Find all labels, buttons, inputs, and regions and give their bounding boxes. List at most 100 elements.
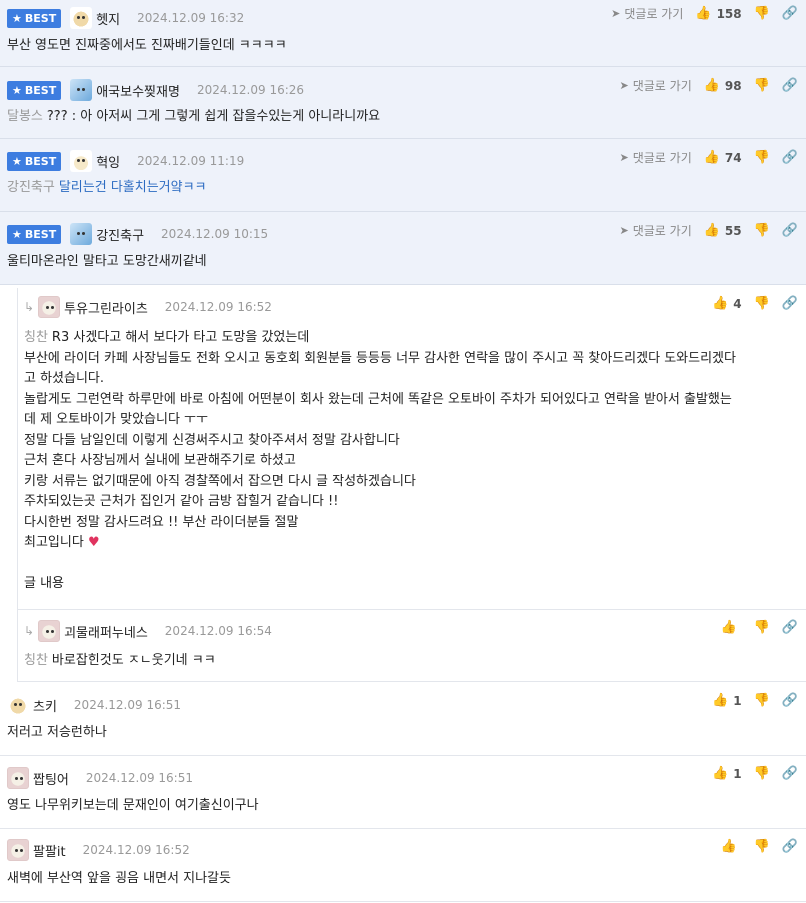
avatar[interactable] [7,767,29,789]
thumbs-down-icon: 👎 [753,296,770,311]
link-icon[interactable]: 🔗 [782,839,798,854]
comment-text: 저러고 저승런하나 [7,725,107,740]
arrow-icon: ➤ [611,7,621,20]
thumbs-up-icon: 👍 [695,6,712,21]
comment-text: 새벽에 부산역 앞을 굉음 내면서 지나갈듯 [7,871,231,886]
comment-date: 2024.12.09 10:15 [161,227,269,241]
dislike-button[interactable]: 👎 [754,766,770,781]
comment-date: 2024.12.09 16:54 [164,624,272,638]
comment: 팔팔it 2024.12.09 16:52 👍 👎 🔗 새벽에 부산역 앞을 굉… [0,829,806,902]
thumbs-up-icon: 👍 [712,766,729,781]
avatar[interactable] [70,150,93,172]
avatar[interactable] [70,223,93,245]
author-nick[interactable]: 애국보수찢재명 [96,81,180,100]
avatar[interactable] [38,296,61,318]
comment-text: 달봉스??? : 아 아저씨 그게 그렇게 쉽게 잡을수있는게 아니라니까요 [7,109,381,124]
comment-text: 칭찬 바로잡힌것도 ㅈㄴ웃기네 ㅋㅋ [24,653,216,668]
comment-date: 2024.12.09 16:32 [137,11,245,25]
reply-comment: ↳ 괴물래퍼누네스 2024.12.09 16:54 👍 👎 🔗 칭찬 바로잡힌것… [17,610,806,682]
author-nick[interactable]: 짭팅어 [33,769,69,788]
like-button[interactable]: 👍 74 [704,150,742,165]
link-icon[interactable]: 🔗 [782,78,798,93]
thumbs-down-icon: 👎 [753,839,770,854]
like-button[interactable]: 👍 4 [712,296,742,311]
author-nick[interactable]: 투유그린라이츠 [64,298,148,317]
comment-date: 2024.12.09 16:51 [73,698,182,712]
star-icon: ★ [12,154,22,168]
thumbs-up-icon: 👍 [720,839,737,854]
thumbs-up-icon: 👍 [703,150,720,165]
comment-text: 칭찬 R3 사겠다고 해서 보다가 타고 도망을 갔었는데 부산에 라이더 카페 … [24,330,736,591]
link-icon[interactable]: 🔗 [782,620,798,635]
thumbs-down-icon: 👎 [753,620,770,635]
comment: 짭팅어 2024.12.09 16:51 👍 1 👎 🔗 영도 나무위키보는데 문… [0,756,806,829]
link-icon[interactable]: 🔗 [782,766,798,781]
comment-date: 2024.12.09 16:26 [196,83,305,97]
mention-nick[interactable]: 칭찬 [24,330,48,345]
thumbs-down-icon: 👎 [753,766,770,781]
dislike-button[interactable]: 👎 [754,6,770,21]
mention-nick[interactable]: 강진축구 [7,180,55,195]
reply-arrow-icon: ↳ [24,300,35,314]
thumbs-down-icon: 👎 [753,150,770,165]
dislike-button[interactable]: 👎 [754,223,770,238]
link-icon[interactable]: 🔗 [782,223,798,238]
like-button[interactable]: 👍 [720,620,741,635]
like-button[interactable]: 👍 [720,839,741,854]
thumbs-down-icon: 👎 [753,693,770,708]
thumbs-up-icon: 👍 [712,296,729,311]
goto-comment-link[interactable]: ➤ 댓글로 가기 [611,5,683,22]
link-icon[interactable]: 🔗 [782,150,798,165]
comment-date: 2024.12.09 16:51 [85,771,193,785]
reply-arrow-icon: ↳ [24,624,35,638]
goto-comment-link[interactable]: ➤ 댓글로 가기 [620,77,692,94]
link-icon[interactable]: 🔗 [782,296,798,311]
dislike-button[interactable]: 👎 [754,78,770,93]
goto-comment-link[interactable]: ➤ 댓글로 가기 [620,222,692,239]
thumbs-up-icon: 👍 [703,223,720,238]
comment-date: 2024.12.09 16:52 [82,843,190,857]
thumbs-up-icon: 👍 [712,693,729,708]
author-nick[interactable]: 혁잉 [96,152,120,171]
best-comment: ★ BEST 혁잉 2024.12.09 11:19 ➤ 댓글로 가기 👍 74 👎 … [0,139,806,212]
comment-text: 부산 영도면 진짜중에서도 진짜배기들인데 ㅋㅋㅋㅋ [7,38,287,53]
avatar[interactable] [7,694,29,716]
dislike-button[interactable]: 👎 [754,150,770,165]
star-icon: ★ [12,83,22,97]
dislike-button[interactable]: 👎 [754,839,770,854]
comment-text: 강진축구 달리는건 다홀치는거얔ㅋㅋ [7,180,207,195]
dislike-button[interactable]: 👎 [754,620,770,635]
author-nick[interactable]: 츠키 [33,696,57,715]
thumbs-down-icon: 👎 [753,78,770,93]
like-button[interactable]: 👍 1 [712,766,742,781]
link-icon[interactable]: 🔗 [782,693,798,708]
dislike-button[interactable]: 👎 [754,693,770,708]
arrow-icon: ➤ [619,151,629,164]
like-button[interactable]: 👍 55 [704,223,742,238]
arrow-icon: ➤ [619,224,629,237]
like-button[interactable]: 👍 1 [712,693,742,708]
author-nick[interactable]: 팔팔it [33,841,66,860]
best-comment: ★ BEST 헷지 2024.12.09 16:32 ➤ 댓글로 가기 👍 158 👎… [0,0,806,67]
mention-nick[interactable]: 달봉스 [7,109,43,124]
avatar[interactable] [38,620,61,642]
like-button[interactable]: 👍 158 [695,6,741,21]
goto-comment-link[interactable]: ➤ 댓글로 가기 [620,149,692,166]
thumbs-up-icon: 👍 [720,620,737,635]
comment-text: 울티마온라인 말타고 도망간새끼같네 [7,254,207,269]
mention-nick[interactable]: 칭찬 [24,653,48,668]
dislike-button[interactable]: 👎 [754,296,770,311]
comment-date: 2024.12.09 11:19 [137,154,245,168]
thumbs-down-icon: 👎 [753,6,770,21]
link-icon[interactable]: 🔗 [782,6,798,21]
like-button[interactable]: 👍 98 [704,78,742,93]
avatar[interactable] [70,7,93,29]
best-badge: ★ BEST [7,224,62,244]
avatar[interactable] [7,839,29,861]
comment: 츠키 2024.12.09 16:51 👍 1 👎 🔗 저러고 저승런하나 [0,683,806,756]
author-nick[interactable]: 괴물래퍼누네스 [64,622,148,641]
star-icon: ★ [12,227,22,241]
avatar[interactable] [70,79,93,101]
author-nick[interactable]: 강진축구 [96,225,144,244]
author-nick[interactable]: 헷지 [96,9,120,28]
